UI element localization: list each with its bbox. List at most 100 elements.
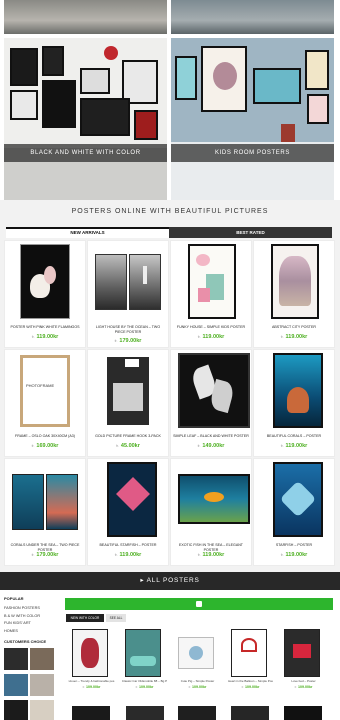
product-tabs: NEW ARRIVALS BEST RATED [6, 227, 332, 238]
product-name[interactable]: BEAUTIFUL CORALS – POSTER [256, 434, 332, 439]
product-image-frame[interactable]: PHOTOFRAME [12, 353, 78, 428]
mini-product-card[interactable]: Hi-sen – Trendy & fashionable pos fr. 10… [66, 625, 117, 691]
category-tile-caption: KIDS ROOM POSTERS [171, 144, 334, 162]
product-card[interactable]: SIMPLE LEAF – BLACK AND WHITE POSTER fr.… [170, 349, 252, 457]
sidebar-item-homes[interactable]: HOMES [4, 628, 62, 636]
product-image-lighthouse[interactable] [95, 244, 161, 319]
product-name[interactable]: ABSTRACT CITY POSTER [256, 325, 332, 330]
mini-product-name[interactable]: Cute Pig – Simple Poster [172, 679, 223, 683]
mini-product-card[interactable]: Cute Pig – Simple Poster fr. 109.00kr [172, 625, 223, 691]
product-price: fr. 179.00kr [31, 552, 59, 558]
product-card[interactable]: EXOTIC FISH IN THE SEA – ELEGANT POSTER … [170, 458, 252, 566]
category-tile-caption: BLACK AND WHITE WITH COLOR [4, 144, 167, 162]
all-posters-button[interactable]: ▸ ALL POSTERS [0, 572, 340, 590]
product-card[interactable]: CORALS UNDER THE SEA – TWO PIECE POSTER … [4, 458, 86, 566]
product-image-hooks[interactable] [95, 353, 161, 428]
product-price: fr. 119.00kr [280, 443, 308, 449]
customer-thumb[interactable] [4, 700, 28, 720]
mini-product-image[interactable] [284, 629, 320, 677]
customer-thumb[interactable] [30, 700, 54, 720]
product-name[interactable]: POSTER WITH PINK WHITE FLAMINGOS [7, 325, 83, 330]
mini-product-name[interactable]: Love bed – Poster [278, 679, 329, 683]
product-image-fish[interactable] [178, 462, 250, 537]
mini-product-image[interactable] [231, 629, 267, 677]
mini-product-image[interactable] [72, 706, 110, 720]
sidebar-title: POPULAR [4, 596, 24, 601]
hero-image-top-right[interactable] [171, 0, 334, 34]
product-price: fr. 119.00kr [31, 334, 59, 340]
product-card[interactable]: GOLD PICTURE FRAME HOOK 3-PACK fr. 45.00k… [87, 349, 169, 457]
product-card[interactable]: BEAUTIFUL STARFISH – POSTER fr. 119.00kr [87, 458, 169, 566]
product-image-leaf[interactable] [178, 353, 250, 428]
product-image-funky-house[interactable] [178, 244, 244, 319]
tab-new-arrivals[interactable]: NEW ARRIVALS [6, 227, 169, 238]
product-price: fr. 119.00kr [280, 552, 308, 558]
customer-thumb[interactable] [30, 648, 54, 671]
category-tile-kids-room[interactable]: KIDS ROOM POSTERS [171, 38, 334, 200]
sidebar-item-fashion[interactable]: FASHION POSTERS [4, 605, 62, 613]
product-card[interactable]: PHOTOFRAME FRAME – OSLO OAK 30X40CM (A3)… [4, 349, 86, 457]
customer-thumb[interactable] [4, 674, 28, 697]
product-name[interactable]: FRAME – OSLO OAK 30X40CM (A3) [7, 434, 83, 439]
mini-product-row-2 [66, 704, 334, 720]
mini-product-price: fr. 109.00kr [241, 685, 260, 689]
section-title: POSTERS ONLINE WITH BEAUTIFUL PICTURES [71, 208, 269, 215]
mini-product-image[interactable] [125, 629, 161, 677]
mini-product-name[interactable]: Classic Car Oldsmobile 88 – Bg P [119, 679, 170, 683]
product-price: fr. 119.00kr [114, 552, 142, 558]
mini-product-card[interactable]: Classic Car Oldsmobile 88 – Bg P fr. 109… [119, 625, 170, 691]
hero-image-top-left[interactable] [4, 0, 167, 34]
product-name[interactable]: SIMPLE LEAF – BLACK AND WHITE POSTER [173, 434, 249, 439]
mini-product-price: fr. 109.00kr [82, 685, 101, 689]
mini-tabs: NEW WITH COLOR SEE ALL [66, 614, 146, 622]
product-image-corals[interactable] [261, 353, 327, 428]
product-price: fr. 45.00kr [116, 443, 140, 449]
mini-product-image[interactable] [126, 706, 164, 720]
mini-product-price: fr. 109.00kr [135, 685, 154, 689]
product-name[interactable]: STARFISH – POSTER [256, 543, 332, 548]
sidebar-item-kids-art[interactable]: FUN KIDS' ART [4, 620, 62, 628]
category-tile-bw-color[interactable]: BLACK AND WHITE WITH COLOR [4, 38, 167, 200]
product-card[interactable]: ABSTRACT CITY POSTER fr. 119.00kr [253, 240, 335, 348]
product-card[interactable]: POSTER WITH PINK WHITE FLAMINGOS fr. 119.… [4, 240, 86, 348]
mini-product-name[interactable]: Hi-sen – Trendy & fashionable pos [66, 679, 117, 683]
product-name[interactable]: GOLD PICTURE FRAME HOOK 3-PACK [90, 434, 166, 439]
mini-product-image[interactable] [178, 706, 216, 720]
product-price: fr. 119.00kr [280, 334, 308, 340]
product-card[interactable]: FUNKY HOUSE – SIMPLE KIDS POSTER fr. 119.… [170, 240, 252, 348]
product-card[interactable]: STARFISH – POSTER fr. 119.00kr [253, 458, 335, 566]
product-price: fr. 169.00kr [31, 443, 59, 449]
filter-bar[interactable] [65, 598, 333, 610]
mini-product-name[interactable]: Heart in the Balloon – Simple Pos [225, 679, 276, 683]
product-image-flamingos[interactable] [12, 244, 78, 319]
product-image-starfish[interactable] [95, 462, 161, 537]
product-name[interactable]: LIGHT HOUSE BY THE OCEAN – TWO PIECE POS… [90, 325, 166, 335]
product-image-starfish-blue[interactable] [261, 462, 327, 537]
mini-product-price: fr. 109.00kr [188, 685, 207, 689]
product-card[interactable]: LIGHT HOUSE BY THE OCEAN – TWO PIECE POS… [87, 240, 169, 348]
sidebar: POPULAR FASHION POSTERS B & W WITH COLOR… [4, 596, 62, 720]
mini-product-price: fr. 109.00kr [294, 685, 313, 689]
product-name[interactable]: FUNKY HOUSE – SIMPLE KIDS POSTER [173, 325, 249, 330]
mini-product-image[interactable] [231, 706, 269, 720]
product-name[interactable]: BEAUTIFUL STARFISH – POSTER [90, 543, 166, 548]
customers-choice-title: CUSTOMERS CHOICE [4, 639, 47, 645]
tab-see-all[interactable]: SEE ALL [106, 614, 126, 622]
mini-product-image[interactable] [178, 637, 214, 669]
mini-product-image[interactable] [72, 629, 108, 677]
product-card[interactable]: BEAUTIFUL CORALS – POSTER fr. 119.00kr [253, 349, 335, 457]
product-price: fr. 119.00kr [197, 552, 225, 558]
grid-icon [196, 601, 202, 607]
tab-best-rated[interactable]: BEST RATED [169, 227, 332, 238]
product-image-city[interactable] [261, 244, 327, 319]
sidebar-item-bw-color[interactable]: B & W WITH COLOR [4, 613, 62, 621]
product-price: fr. 149.00kr [197, 443, 225, 449]
mini-product-card[interactable]: Heart in the Balloon – Simple Pos fr. 10… [225, 625, 276, 691]
customer-thumb[interactable] [30, 674, 54, 697]
product-price: fr. 179.00kr [114, 338, 142, 344]
tab-new-with-color[interactable]: NEW WITH COLOR [66, 614, 104, 622]
mini-product-card[interactable]: Love bed – Poster fr. 109.00kr [278, 625, 329, 691]
mini-product-image[interactable] [284, 706, 322, 720]
customer-thumb[interactable] [4, 648, 28, 671]
product-image-corals-two[interactable] [12, 462, 78, 537]
